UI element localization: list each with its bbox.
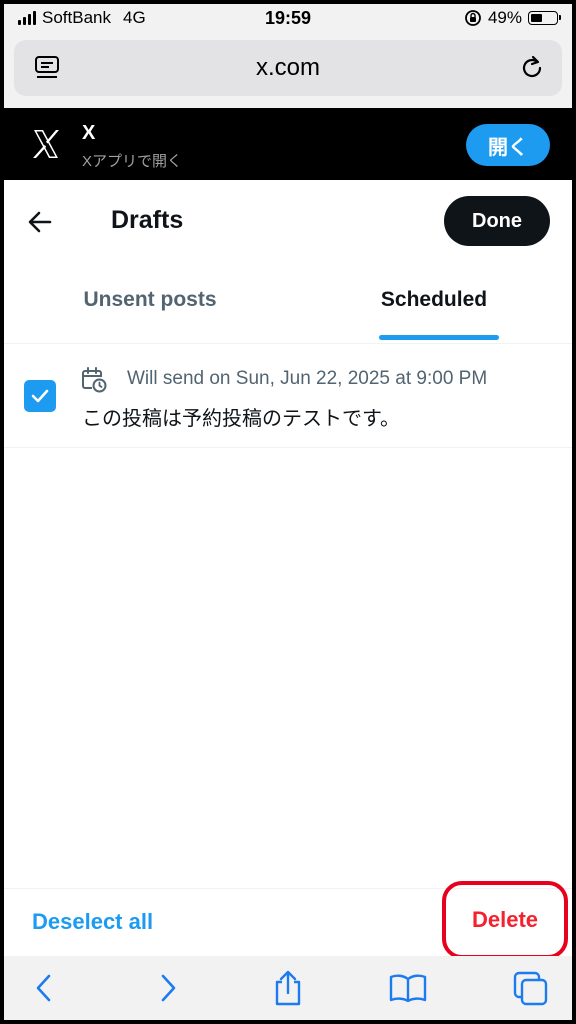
tabs-button[interactable] xyxy=(510,968,550,1008)
status-bar: SoftBank 4G 19:59 49% xyxy=(4,4,572,32)
post-text: この投稿は予約投稿のテストです。 xyxy=(82,406,400,430)
banner-subtitle: Xアプリで開く xyxy=(82,153,183,170)
tab-unsent-posts[interactable]: Unsent posts xyxy=(8,264,292,344)
app-banner: X Xアプリで開く 開く xyxy=(4,108,572,180)
browser-forward-button[interactable] xyxy=(148,968,188,1008)
selection-action-bar: Deselect all Delete xyxy=(4,881,572,959)
tab-scheduled[interactable]: Scheduled xyxy=(292,264,572,344)
deselect-all-button[interactable]: Deselect all xyxy=(32,909,153,935)
browser-back-button[interactable] xyxy=(24,968,64,1008)
tab-label: Scheduled xyxy=(380,288,488,311)
chevron-right-icon xyxy=(161,974,176,1002)
list-item[interactable]: Will send on Sun, Jun 22, 2025 at 9:00 P… xyxy=(4,344,572,448)
battery-level xyxy=(531,14,542,22)
calendar-clock-icon xyxy=(82,367,107,393)
address-bar[interactable]: x.com xyxy=(14,40,562,96)
page-title: Drafts xyxy=(111,206,184,234)
reload-icon[interactable] xyxy=(518,54,546,82)
drafts-tabs: Unsent posts Scheduled xyxy=(4,264,572,344)
back-arrow-icon[interactable] xyxy=(26,208,54,236)
tab-label: Unsent posts xyxy=(83,288,217,311)
item-checkbox[interactable] xyxy=(24,380,56,412)
done-button[interactable]: Done xyxy=(444,196,550,246)
screen: SoftBank 4G 19:59 49% x.com X Xアプリで開く 開く… xyxy=(4,4,572,1020)
browser-toolbar xyxy=(4,956,572,1020)
delete-button[interactable]: Delete xyxy=(442,881,568,959)
battery-icon xyxy=(528,11,561,25)
drafts-header: Drafts Done xyxy=(4,180,572,264)
share-button[interactable] xyxy=(268,968,308,1008)
battery-percent: 49% xyxy=(487,8,522,27)
bookmarks-button[interactable] xyxy=(388,968,428,1008)
share-icon xyxy=(275,970,301,1006)
orientation-lock-icon xyxy=(465,10,481,26)
active-tab-indicator xyxy=(379,335,499,340)
banner-app-name: X xyxy=(82,122,96,144)
open-in-app-button[interactable]: 開く xyxy=(466,124,550,166)
tabs-icon xyxy=(513,971,548,1006)
x-logo-icon xyxy=(33,130,59,158)
schedule-time-text: Will send on Sun, Jun 22, 2025 at 9:00 P… xyxy=(127,368,488,389)
url-text[interactable]: x.com xyxy=(14,54,562,82)
status-right: 49% xyxy=(464,8,561,28)
chevron-left-icon xyxy=(36,974,51,1002)
book-icon xyxy=(389,974,427,1003)
checkmark-icon xyxy=(31,389,49,403)
browser-address-area: x.com xyxy=(4,32,572,108)
